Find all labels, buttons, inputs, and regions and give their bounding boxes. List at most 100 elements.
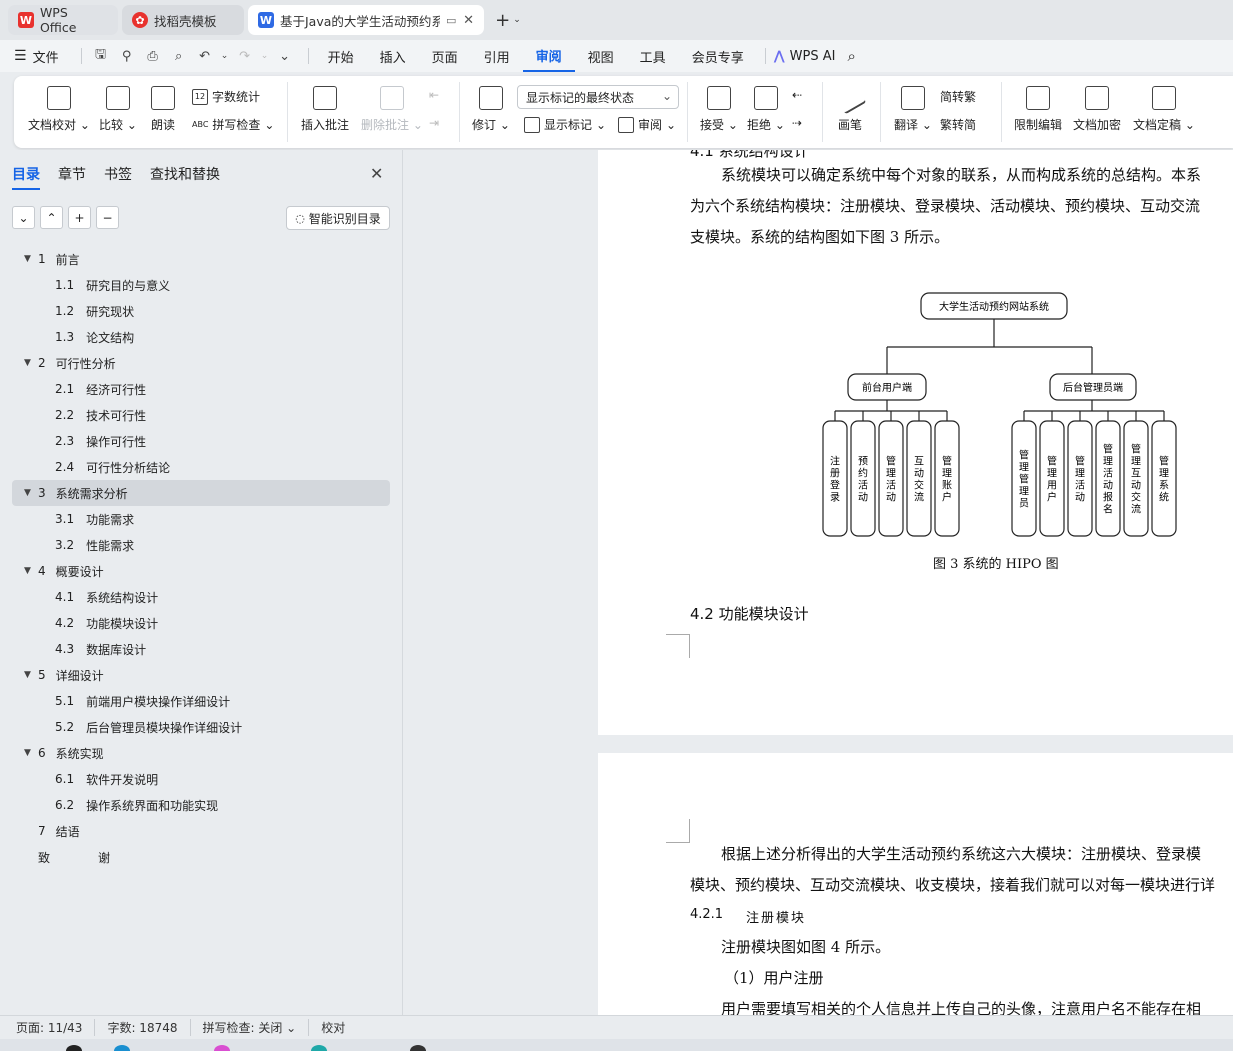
toc-item[interactable]: 5.1 前端用户模块操作详细设计 — [12, 688, 390, 714]
accept-button[interactable]: 接受 ⌄ — [700, 86, 738, 133]
close-icon[interactable]: ✕ — [370, 164, 383, 183]
collapse-triangle-icon[interactable]: ▼ — [24, 748, 38, 758]
link-icon[interactable]: ⚲ — [116, 45, 138, 67]
spell-check-button[interactable]: ABC 拼写检查 ⌄ — [192, 116, 274, 133]
toc-item[interactable]: 1.3 论文结构 — [12, 324, 390, 350]
toc-item[interactable]: 2.3 操作可行性 — [12, 428, 390, 454]
prev-change-button[interactable]: ⇠ — [792, 88, 802, 102]
word-count[interactable]: 字数: 18748 — [107, 1019, 191, 1036]
toc-item[interactable]: 3.1 功能需求 — [12, 506, 390, 532]
hamburger-icon[interactable]: ☰ — [14, 48, 27, 64]
to-simplified-button[interactable]: 繁转简 — [940, 116, 976, 133]
print-preview-icon[interactable]: ⌕ — [168, 45, 190, 67]
menu-view[interactable]: 视图 — [575, 40, 627, 72]
menu-start[interactable]: 开始 — [315, 40, 367, 72]
menu-review[interactable]: 审阅 — [522, 40, 575, 72]
show-markup-button[interactable]: 显示标记 ⌄ — [524, 116, 606, 133]
toc-item[interactable]: 4.1 系统结构设计 — [12, 584, 390, 610]
menu-insert[interactable]: 插入 — [367, 40, 419, 72]
toc-item[interactable]: 4.3 数据库设计 — [12, 636, 390, 662]
word-count-button[interactable]: 12 字数统计 — [192, 88, 260, 105]
toc-item[interactable]: 1.1 研究目的与意义 — [12, 272, 390, 298]
encrypt-button[interactable]: 文档加密 — [1073, 86, 1121, 133]
toc-item[interactable]: 2.4 可行性分析结论 — [12, 454, 390, 480]
expand-icon[interactable]: ⌄ — [12, 206, 35, 229]
next-comment-button[interactable]: ⇥ — [429, 116, 439, 130]
chevron-down-icon[interactable]: ⌄ — [513, 15, 521, 25]
insert-comment-button[interactable]: 插入批注 — [301, 86, 349, 133]
chevron-down-icon[interactable]: ⌄ — [220, 45, 230, 67]
to-traditional-button[interactable]: 简转繁 — [940, 88, 976, 105]
review-pane-button[interactable]: 审阅 ⌄ — [618, 116, 676, 133]
undo-icon[interactable]: ↶ — [194, 45, 216, 67]
tab-document[interactable]: W 基于Java的大学生活动预约系 ▭ ✕ — [248, 5, 484, 35]
compare-button[interactable]: 比较 ⌄ — [99, 86, 137, 133]
toc-item[interactable]: 2.2 技术可行性 — [12, 402, 390, 428]
tab-bookmarks[interactable]: 书签 — [104, 164, 132, 190]
menu-tools[interactable]: 工具 — [627, 40, 679, 72]
toc-item[interactable]: ▼ 1 前言 — [12, 246, 390, 272]
tab-wps-office[interactable]: W WPS Office — [8, 5, 118, 35]
taskbar-app-icon[interactable] — [114, 1045, 130, 1051]
new-tab-button[interactable]: + ⌄ — [488, 5, 528, 35]
toc-item[interactable]: ▼ 6 系统实现 — [12, 740, 390, 766]
file-menu[interactable]: 文件 — [33, 47, 59, 66]
finalize-button[interactable]: 文档定稿 ⌄ — [1133, 86, 1195, 133]
toc-item[interactable]: 6.1 软件开发说明 — [12, 766, 390, 792]
add-icon[interactable]: + — [68, 206, 91, 229]
taskbar-app-icon[interactable] — [66, 1045, 82, 1051]
save-icon[interactable]: 🖫 — [90, 45, 112, 67]
page-indicator[interactable]: 页面: 11/43 — [16, 1019, 96, 1036]
smart-toc-button[interactable]: ◌ 智能识别目录 — [286, 206, 390, 230]
toc-item[interactable]: ▼ 5 详细设计 — [12, 662, 390, 688]
tab-find-replace[interactable]: 查找和替换 — [150, 164, 220, 190]
revise-button[interactable]: 修订 ⌄ — [472, 86, 510, 133]
tab-templates[interactable]: ✿ 找稻壳模板 — [122, 5, 244, 35]
taskbar-app-icon[interactable] — [410, 1045, 426, 1051]
menu-reference[interactable]: 引用 — [471, 40, 523, 72]
close-icon[interactable]: ✕ — [463, 13, 474, 28]
toc-item[interactable]: ▼ 4 概要设计 — [12, 558, 390, 584]
toc-item[interactable]: ▼ 2 可行性分析 — [12, 350, 390, 376]
toc-item[interactable]: 2.1 经济可行性 — [12, 376, 390, 402]
toc-item[interactable]: ▼ 3 系统需求分析 — [12, 480, 390, 506]
menu-member[interactable]: 会员专享 — [679, 40, 757, 72]
remove-icon[interactable]: − — [96, 206, 119, 229]
menu-page[interactable]: 页面 — [419, 40, 471, 72]
toc-item[interactable]: 3.2 性能需求 — [12, 532, 390, 558]
toc-item[interactable]: 7 结语 — [12, 818, 390, 844]
toc-item[interactable]: 致谢 — [12, 844, 390, 870]
tab-chapters[interactable]: 章节 — [58, 164, 86, 190]
markup-state-select[interactable]: 显示标记的最终状态 ⌄ — [517, 85, 679, 109]
toc-item[interactable]: 6.2 操作系统界面和功能实现 — [12, 792, 390, 818]
print-icon[interactable]: ⎙ — [142, 45, 164, 67]
tab-toc[interactable]: 目录 — [12, 164, 40, 190]
reject-button[interactable]: 拒绝 ⌄ — [747, 86, 785, 133]
translate-button[interactable]: 翻译 ⌄ — [894, 86, 932, 133]
pen-button[interactable]: 画笔 — [833, 81, 867, 133]
collapse-triangle-icon[interactable]: ▼ — [24, 488, 38, 498]
collapse-triangle-icon[interactable]: ▼ — [24, 254, 38, 264]
prev-comment-button[interactable]: ⇤ — [429, 88, 439, 102]
delete-comment-button[interactable]: 删除批注 ⌄ — [361, 86, 423, 133]
more-chevron-icon[interactable]: ⌄ — [274, 45, 296, 67]
taskbar-app-icon[interactable] — [311, 1045, 327, 1051]
taskbar-app-icon[interactable] — [214, 1045, 230, 1051]
search-icon[interactable]: ⌕ — [847, 47, 855, 65]
next-change-button[interactable]: ⇢ — [792, 116, 802, 130]
chevron-down-icon[interactable]: ⌄ — [260, 45, 270, 67]
spell-check-status[interactable]: 拼写检查: 关闭 ⌄ — [203, 1019, 310, 1036]
collapse-triangle-icon[interactable]: ▼ — [24, 566, 38, 576]
toc-item[interactable]: 1.2 研究现状 — [12, 298, 390, 324]
toc-item[interactable]: 4.2 功能模块设计 — [12, 610, 390, 636]
proofread-status[interactable]: 校对 — [321, 1019, 345, 1036]
redo-icon[interactable]: ↷ — [234, 45, 256, 67]
monitor-icon[interactable]: ▭ — [446, 14, 456, 27]
restrict-edit-button[interactable]: 限制编辑 — [1014, 86, 1062, 133]
collapse-triangle-icon[interactable]: ▼ — [24, 358, 38, 368]
toc-item[interactable]: 5.2 后台管理员模块操作详细设计 — [12, 714, 390, 740]
doc-check-button[interactable]: 文档校对 ⌄ — [28, 86, 90, 133]
collapse-triangle-icon[interactable]: ▼ — [24, 670, 38, 680]
collapse-icon[interactable]: ⌃ — [40, 206, 63, 229]
wps-ai-button[interactable]: WPS AI — [790, 49, 836, 64]
